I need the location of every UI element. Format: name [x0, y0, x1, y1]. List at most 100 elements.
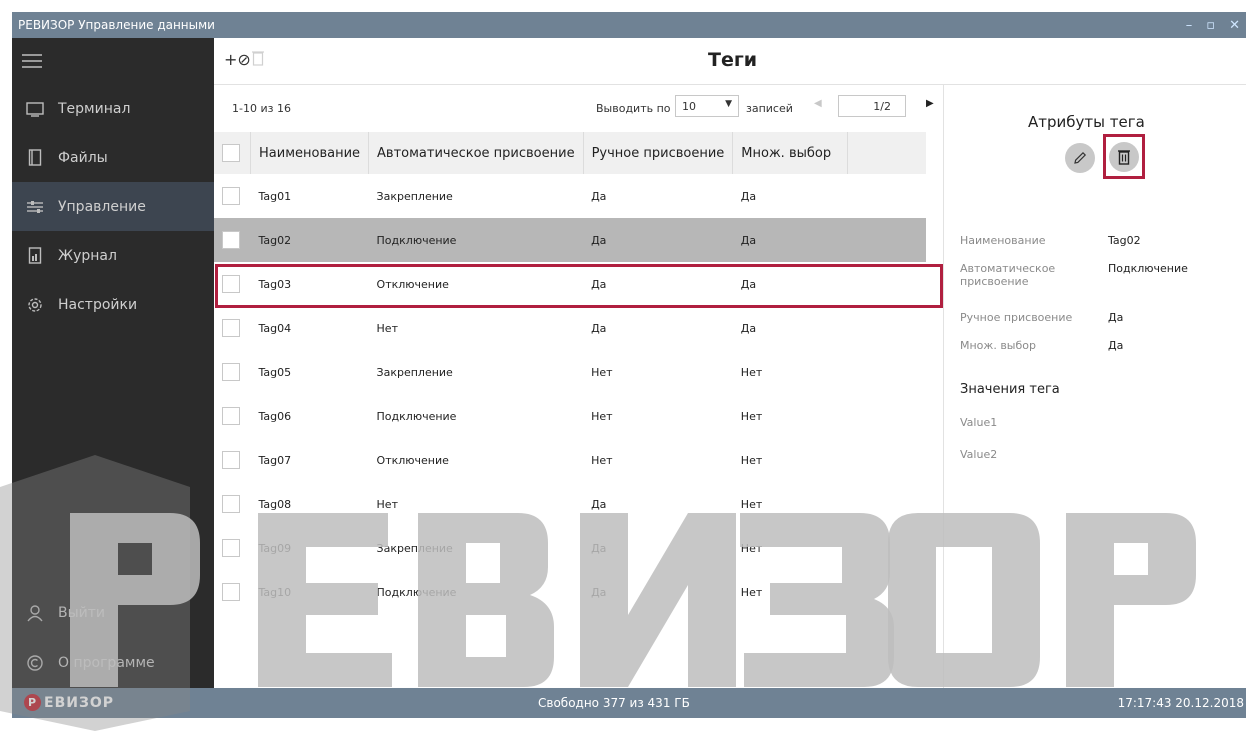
cell-empty — [848, 394, 927, 438]
records-label: записей — [746, 102, 793, 115]
window-controls: – ▫ ✕ — [1186, 12, 1240, 38]
logo-text: ЕВИЗОР — [44, 694, 115, 711]
trash-icon — [1118, 149, 1130, 165]
attr-value: Да — [1108, 339, 1124, 352]
cell-multi: Нет — [740, 365, 763, 379]
delete-tag-button[interactable] — [1109, 141, 1139, 172]
menu-toggle-button[interactable] — [12, 38, 214, 84]
values-title: Значения тега — [960, 382, 1060, 397]
maximize-icon[interactable]: ▫ — [1206, 18, 1215, 33]
gear-icon — [22, 296, 48, 314]
table-row[interactable]: Tag03 Отключение Да Да — [214, 262, 926, 306]
sidebar-item-terminal[interactable]: Терминал — [12, 84, 214, 133]
delete-tags-button[interactable] — [252, 50, 264, 70]
table-row[interactable]: Tag05 Закрепление Нет Нет — [214, 350, 926, 394]
cell-name: Tag07 — [258, 453, 292, 467]
column-header-name[interactable]: Наименование — [250, 132, 370, 174]
copyright-icon — [22, 654, 48, 672]
select-all-checkbox[interactable] — [214, 132, 251, 174]
next-page-icon[interactable]: ▶ — [926, 98, 934, 109]
cell-multi: Нет — [740, 541, 763, 555]
chevron-down-icon: ▼ — [725, 99, 732, 109]
free-space: Свободно 377 из 431 ГБ — [538, 696, 690, 710]
column-header-manual[interactable]: Ручное присвоение — [583, 132, 734, 174]
table-row[interactable]: Tag09 Закрепление Да Нет — [214, 526, 926, 570]
value-item: Value2 — [960, 448, 998, 461]
cell-name: Tag05 — [258, 365, 292, 379]
cell-multi: Да — [740, 321, 757, 335]
tag-table: Наименование Автоматическое присвоение Р… — [214, 132, 927, 614]
row-checkbox[interactable] — [214, 394, 251, 438]
cell-name: Tag03 — [258, 277, 292, 291]
cell-multi: Да — [740, 189, 757, 203]
cell-empty — [847, 218, 927, 262]
table-row[interactable]: Tag04 Нет Да Да — [214, 306, 926, 350]
logo-mark: Р — [24, 694, 41, 711]
sidebar-item-settings[interactable]: Настройки — [12, 280, 214, 329]
attributes-title: Атрибуты тега — [1028, 113, 1145, 131]
sidebar-item-label: О программе — [58, 655, 155, 671]
main-panel: +⊘ Теги 1-10 из 16 Выводить по 10 ▼ запи… — [214, 38, 1246, 688]
cell-multi: Да — [740, 277, 757, 291]
row-checkbox[interactable] — [214, 482, 251, 526]
cell-multi: Нет — [740, 409, 763, 423]
cell-name: Tag10 — [258, 585, 292, 599]
table-row[interactable]: Tag01 Закрепление Да Да — [214, 174, 926, 218]
attr-value: Подключение — [1108, 262, 1188, 275]
sidebar-item-label: Терминал — [58, 100, 131, 117]
cell-empty — [848, 438, 927, 482]
row-checkbox[interactable] — [214, 218, 251, 262]
minimize-icon[interactable]: – — [1186, 18, 1193, 33]
sidebar-item-files[interactable]: Файлы — [12, 133, 214, 182]
cell-auto: Подключение — [368, 218, 584, 262]
row-checkbox[interactable] — [214, 306, 251, 350]
cell-auto: Закрепление — [376, 365, 453, 379]
cell-auto: Подключение — [376, 585, 457, 599]
column-header-auto[interactable]: Автоматическое присвоение — [368, 132, 584, 174]
record-count: 1-10 из 16 — [232, 102, 291, 115]
table-row[interactable]: Tag08 Нет Да Нет — [214, 482, 926, 526]
table-row[interactable]: Tag02 Подключение Да Да — [214, 218, 927, 262]
cell-multi: Нет — [740, 453, 763, 467]
cell-auto: Отключение — [376, 277, 449, 291]
attributes-panel: Атрибуты тега Наименование Tag02 Автомат… — [944, 84, 1246, 688]
column-header-multi[interactable]: Множ. выбор — [732, 132, 849, 174]
row-checkbox[interactable] — [214, 438, 251, 482]
sidebar-item-management[interactable]: Управление — [12, 182, 214, 231]
sidebar-item-about[interactable]: О программе — [12, 638, 214, 688]
row-checkbox[interactable] — [214, 174, 251, 218]
cell-auto: Нет — [376, 321, 398, 335]
sidebar-bottom: Выйти О программе — [12, 588, 214, 688]
add-tag-button[interactable]: +⊘ — [224, 50, 251, 69]
terminal-icon — [22, 101, 48, 117]
sidebar-item-journal[interactable]: Журнал — [12, 231, 214, 280]
cell-empty — [848, 526, 927, 570]
row-checkbox[interactable] — [214, 526, 251, 570]
cell-name: Tag02 — [250, 218, 369, 262]
row-checkbox[interactable] — [214, 570, 251, 614]
table-header: Наименование Автоматическое присвоение Р… — [214, 132, 927, 174]
cell-manual: Да — [591, 541, 607, 555]
cell-empty — [848, 350, 927, 394]
edit-tag-button[interactable] — [1065, 143, 1095, 173]
page-input[interactable]: 1/2 — [838, 95, 906, 117]
prev-page-icon[interactable]: ◀ — [814, 98, 822, 109]
row-checkbox[interactable] — [214, 262, 251, 306]
table-row[interactable]: Tag10 Подключение Да Нет — [214, 570, 926, 614]
per-page-value: 10 — [682, 99, 696, 113]
cell-empty — [848, 306, 927, 350]
row-checkbox[interactable] — [214, 350, 251, 394]
per-page-select[interactable]: 10 ▼ — [675, 95, 739, 117]
value-item: Value1 — [960, 416, 998, 429]
sidebar: Терминал Файлы Управление Журнал Настрой… — [12, 38, 214, 688]
close-icon[interactable]: ✕ — [1229, 18, 1240, 33]
sidebar-item-label: Журнал — [58, 247, 117, 264]
table-row[interactable]: Tag06 Подключение Нет Нет — [214, 394, 926, 438]
cell-empty — [848, 482, 927, 526]
sidebar-item-logout[interactable]: Выйти — [12, 588, 214, 638]
pencil-icon — [1074, 151, 1087, 164]
table-row[interactable]: Tag07 Отключение Нет Нет — [214, 438, 926, 482]
attr-label: Автоматическое присвоение — [960, 262, 1056, 288]
clock: 17:17:43 20.12.2018 — [1117, 696, 1244, 710]
files-icon — [22, 148, 48, 167]
